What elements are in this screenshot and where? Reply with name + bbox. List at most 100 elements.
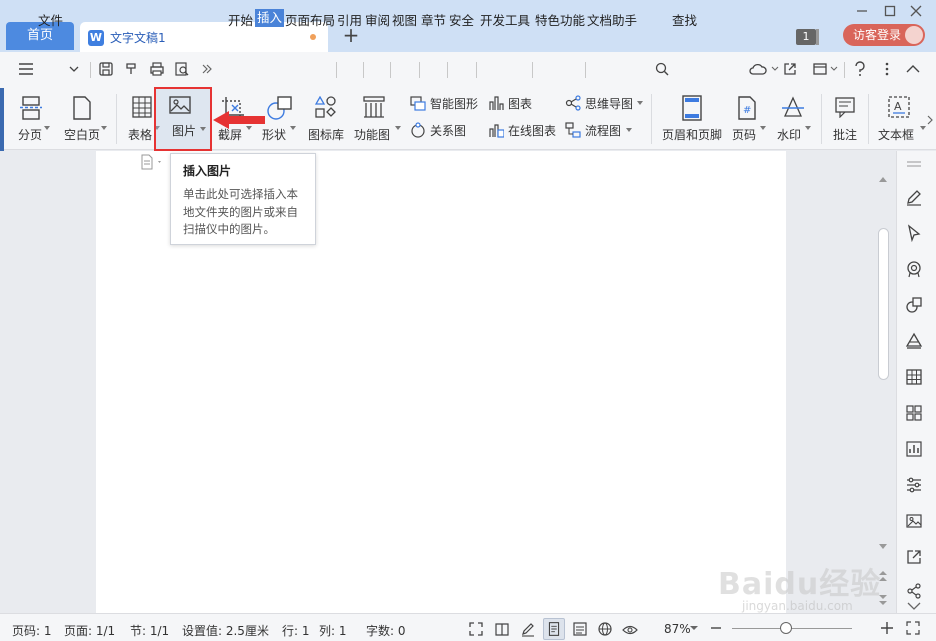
chevron-down-icon[interactable] xyxy=(626,128,632,133)
outline-view-icon[interactable] xyxy=(572,621,588,637)
menu-item-security[interactable]: 安全 xyxy=(449,10,474,29)
window-count-badge[interactable]: 1 xyxy=(796,29,816,45)
flowchart-button[interactable]: 流程图 xyxy=(565,122,627,138)
status-pages[interactable]: 页面: 1/1 xyxy=(64,622,115,639)
grid-panel-icon[interactable] xyxy=(905,404,923,422)
menu-item-view[interactable]: 视图 xyxy=(392,10,417,29)
relation-chart-button[interactable]: 关系图 xyxy=(410,122,470,138)
smart-art-button[interactable]: 智能图形 xyxy=(410,95,482,111)
visitor-login-button[interactable]: 访客登录 xyxy=(843,24,925,46)
status-word-count[interactable]: 字数: 0 xyxy=(366,622,406,639)
chevron-down-icon[interactable] xyxy=(395,126,401,131)
status-section[interactable]: 节: 1/1 xyxy=(130,622,169,639)
page-number-button[interactable]: # 页码 xyxy=(730,93,764,145)
chart-panel-icon[interactable] xyxy=(905,440,923,458)
more-chevrons-icon[interactable] xyxy=(202,63,212,75)
header-footer-button[interactable]: 页眉和页脚 xyxy=(660,93,724,145)
picture-button[interactable]: 图片 xyxy=(154,87,212,151)
menu-item-features[interactable]: 特色功能 xyxy=(535,10,585,29)
chevron-down-icon[interactable] xyxy=(771,66,779,72)
chevron-down-icon[interactable] xyxy=(920,126,926,131)
zoom-percent[interactable]: 87% xyxy=(664,622,691,636)
menu-item-doc-assistant[interactable]: 文档助手 xyxy=(587,10,637,29)
reading-mode-icon[interactable] xyxy=(494,621,510,637)
blank-page-button[interactable]: 空白页 xyxy=(58,93,106,145)
chevron-down-icon[interactable] xyxy=(200,127,206,132)
eye-protection-icon[interactable] xyxy=(622,621,638,637)
menu-icon[interactable] xyxy=(18,62,34,76)
template-icon[interactable] xyxy=(812,61,828,77)
save-icon[interactable] xyxy=(98,61,114,77)
fit-window-icon[interactable] xyxy=(906,621,920,635)
watermark-button[interactable]: 水印 xyxy=(774,93,812,145)
mindmap-button[interactable]: 思维导图 xyxy=(565,95,637,111)
share-panel-icon[interactable] xyxy=(905,582,923,600)
online-chart-button[interactable]: 在线图表 xyxy=(488,122,560,138)
close-icon[interactable] xyxy=(909,4,923,18)
chevron-down-icon[interactable] xyxy=(805,126,811,131)
print-icon[interactable] xyxy=(149,61,165,77)
zoom-slider-handle[interactable] xyxy=(780,622,792,634)
chevron-down-icon[interactable] xyxy=(690,626,698,631)
scrollbar-thumb[interactable] xyxy=(878,228,889,380)
collapse-ribbon-icon[interactable] xyxy=(906,64,920,74)
search-icon[interactable] xyxy=(655,62,669,76)
comment-button[interactable]: 批注 xyxy=(828,93,862,145)
edit-pencil-icon[interactable] xyxy=(905,188,923,206)
more-icon[interactable] xyxy=(884,61,890,77)
paragraph-marker-icon[interactable] xyxy=(140,154,164,170)
status-row[interactable]: 行: 1 xyxy=(282,622,310,639)
status-setting[interactable]: 设置值: 2.5厘米 xyxy=(182,622,269,639)
maximize-icon[interactable] xyxy=(883,4,897,18)
panel-grip-icon[interactable] xyxy=(906,160,922,168)
style-badge-icon[interactable] xyxy=(905,260,923,278)
menu-search[interactable]: 查找 xyxy=(672,10,697,29)
minimize-icon[interactable] xyxy=(855,4,869,18)
share-icon[interactable] xyxy=(782,61,798,77)
scroll-up-icon[interactable] xyxy=(879,176,887,182)
menu-item-dev-tools[interactable]: 开发工具 xyxy=(480,10,530,29)
menu-item-insert[interactable]: 插入 xyxy=(255,9,285,27)
menu-file[interactable]: 文件 xyxy=(38,10,63,29)
shape-panel-icon[interactable] xyxy=(905,296,923,314)
page-view-icon[interactable] xyxy=(543,618,565,640)
panel-collapse-icon[interactable] xyxy=(906,601,922,611)
zoom-out-icon[interactable] xyxy=(710,621,722,635)
image-panel-icon[interactable] xyxy=(905,512,923,530)
chevron-down-icon[interactable] xyxy=(44,126,50,131)
chevron-down-icon[interactable] xyxy=(830,66,838,72)
chart-button[interactable]: 图表 xyxy=(488,95,536,111)
chevron-down-icon[interactable] xyxy=(290,126,296,131)
format-painter-icon[interactable] xyxy=(124,61,140,77)
menu-item-layout[interactable]: 页面布局 xyxy=(285,10,335,29)
textbox-button[interactable]: A 文本框 xyxy=(874,93,922,145)
status-page-number[interactable]: 页码: 1 xyxy=(12,622,52,639)
function-chart-button[interactable]: 功能图 xyxy=(352,93,396,145)
cloud-sync-icon[interactable] xyxy=(748,61,768,77)
zoom-in-icon[interactable] xyxy=(880,621,894,635)
zoom-slider-track[interactable] xyxy=(732,628,852,629)
menu-item-start[interactable]: 开始 xyxy=(228,10,253,29)
settings-sliders-icon[interactable] xyxy=(905,476,923,494)
export-icon[interactable] xyxy=(905,548,923,566)
pen-icon[interactable] xyxy=(520,621,536,637)
select-cursor-icon[interactable] xyxy=(905,224,923,242)
fill-panel-icon[interactable] xyxy=(905,332,923,350)
help-icon[interactable] xyxy=(853,61,867,77)
fullscreen-icon[interactable] xyxy=(468,621,484,637)
status-col[interactable]: 列: 1 xyxy=(319,622,347,639)
page-break-button[interactable]: 分页 xyxy=(12,93,48,145)
print-preview-icon[interactable] xyxy=(174,61,190,77)
menu-item-chapter[interactable]: 章节 xyxy=(421,10,446,29)
menu-item-review[interactable]: 审阅 xyxy=(365,10,390,29)
icon-library-button[interactable]: 图标库 xyxy=(306,93,346,145)
table-button[interactable]: 表格 xyxy=(124,93,158,145)
menu-item-reference[interactable]: 引用 xyxy=(337,10,362,29)
table-panel-icon[interactable] xyxy=(905,368,923,386)
chevron-down-icon[interactable] xyxy=(69,65,79,73)
chevron-down-icon[interactable] xyxy=(760,126,766,131)
chevron-down-icon[interactable] xyxy=(637,101,643,106)
ribbon-scroll-right-icon[interactable] xyxy=(926,114,934,126)
chevron-down-icon[interactable] xyxy=(101,126,107,131)
web-view-icon[interactable] xyxy=(597,621,613,637)
